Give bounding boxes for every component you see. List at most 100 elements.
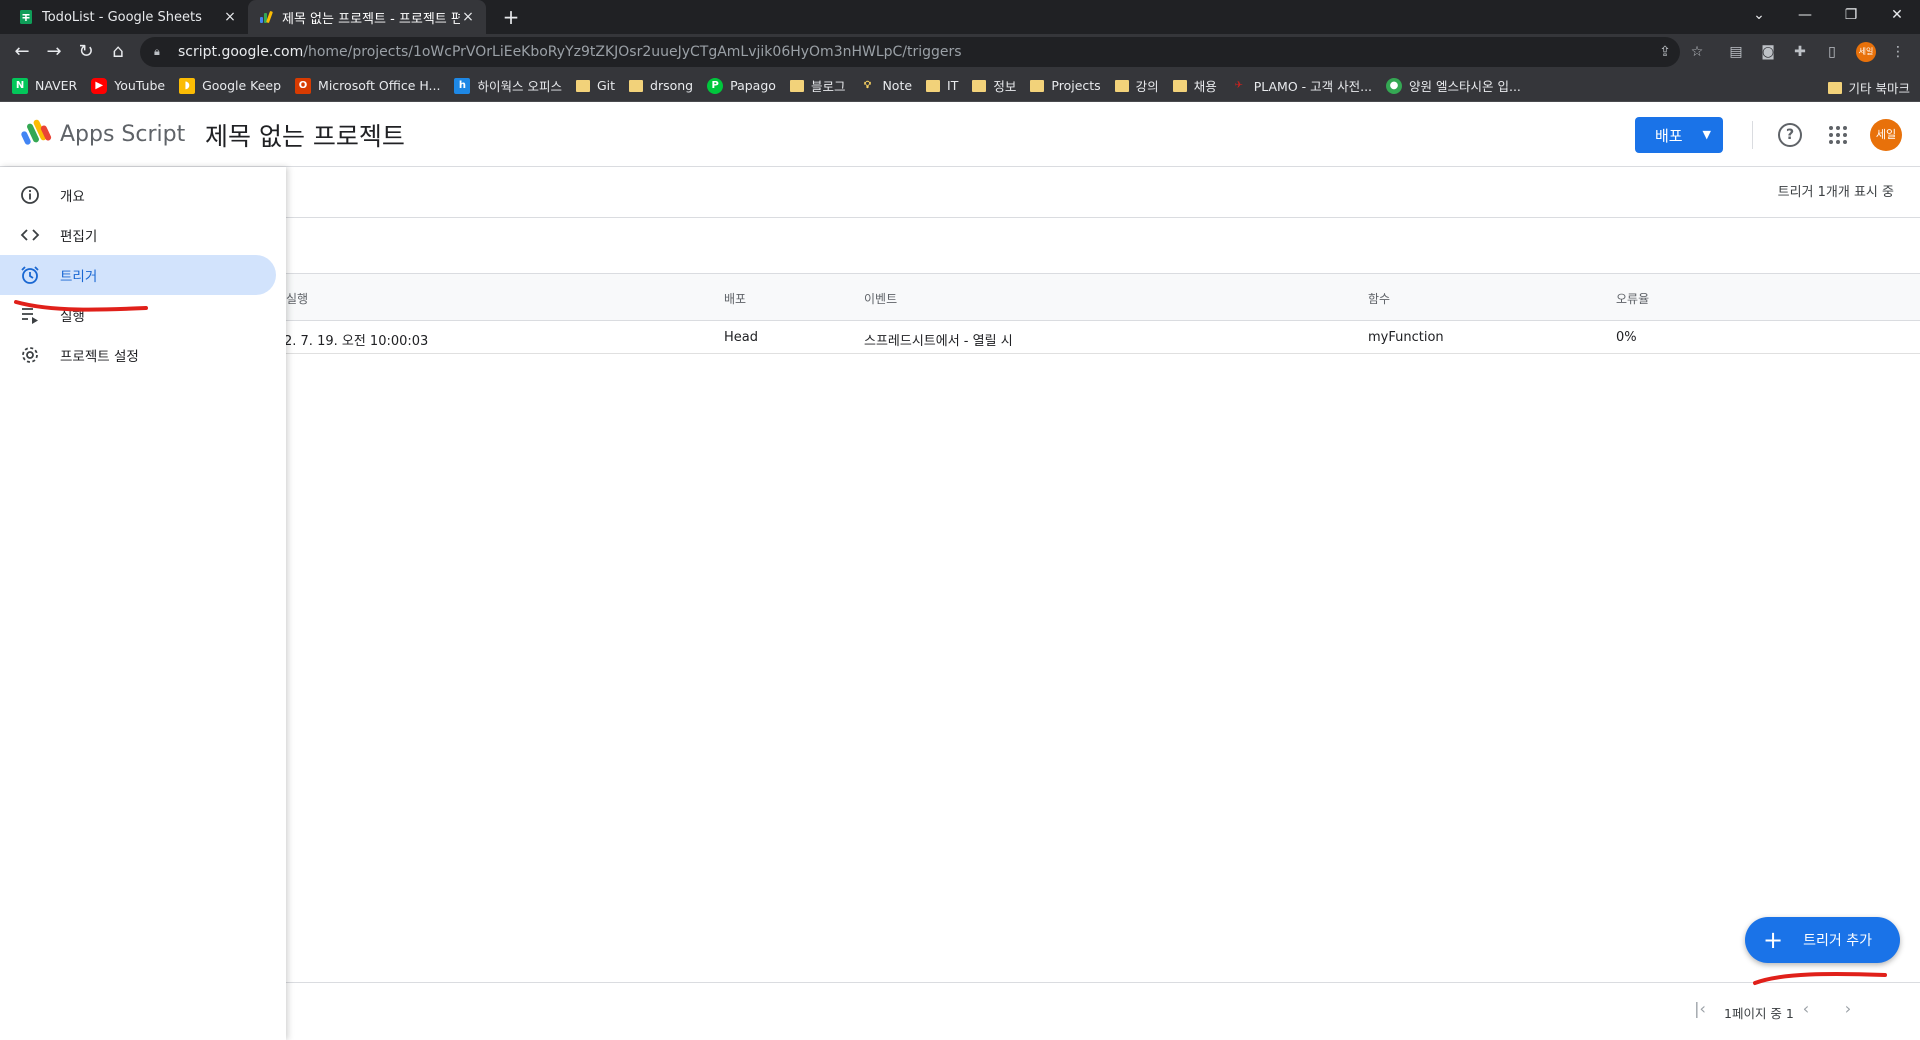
sidebar-item-triggers[interactable]: 트리거 — [0, 255, 276, 295]
bookmark-git[interactable]: Git — [575, 78, 615, 93]
google-apps-icon[interactable] — [1828, 125, 1848, 145]
url-host: script.google.com — [178, 44, 304, 60]
footer-divider — [286, 982, 1920, 983]
screen-capture-icon[interactable]: ◙ — [1758, 42, 1778, 62]
bookmark-youtube[interactable]: ▶ YouTube — [91, 77, 166, 94]
app-name[interactable]: Apps Script — [60, 122, 185, 147]
tab-title: TodoList - Google Sheets — [42, 9, 202, 25]
apps-script-icon — [260, 11, 273, 23]
bookmark-label: NAVER — [35, 78, 78, 93]
app-icon: ● — [1386, 77, 1403, 94]
bookmark-drsong[interactable]: drsong — [629, 78, 693, 93]
deploy-label: 배포 — [1655, 126, 1683, 145]
sidebar-item-editor[interactable]: 편집기 — [0, 215, 276, 255]
hiworks-icon: h — [454, 77, 471, 94]
star-icon[interactable]: ☆ — [1687, 42, 1707, 62]
naver-icon: N — [12, 77, 28, 94]
url-path: /home/projects/1oWcPrVOrLiEeKboRyYz9tZKJ… — [303, 44, 962, 60]
home-icon[interactable]: ⌂ — [104, 38, 132, 66]
add-trigger-button[interactable]: + 트리거 추가 — [1745, 917, 1900, 963]
previous-page-icon[interactable]: ‹ — [1796, 999, 1816, 1019]
bookmark-projects[interactable]: Projects — [1030, 78, 1101, 93]
bookmark-naver[interactable]: N NAVER — [12, 77, 78, 94]
column-header-last-run[interactable]: 실행 — [286, 290, 308, 307]
papago-icon: P — [707, 77, 724, 94]
deploy-button[interactable]: 배포 ▼ — [1635, 117, 1723, 153]
bookmark-recruit[interactable]: 채용 — [1172, 76, 1217, 95]
folder-icon — [926, 79, 941, 92]
bookmark-label: drsong — [650, 78, 694, 93]
sidebar-item-label: 트리거 — [60, 269, 98, 285]
bookmark-note[interactable]: 💡︎ Note — [859, 78, 912, 94]
folder-icon — [972, 79, 987, 92]
column-header-deployment[interactable]: 배포 — [724, 290, 746, 307]
bookmark-label: IT — [947, 78, 959, 93]
office-icon: O — [295, 77, 312, 94]
project-title[interactable]: 제목 없는 프로젝트 — [205, 117, 405, 153]
plus-icon: + — [1763, 926, 1784, 954]
sidebar-item-settings[interactable]: 프로젝트 설정 — [0, 335, 276, 375]
bookmark-office[interactable]: O Microsoft Office H... — [295, 77, 440, 94]
plamo-icon: ✈ — [1234, 79, 1243, 91]
bookmark-app[interactable]: ● 양원 엘스타시온 입... — [1386, 76, 1521, 95]
column-header-error-rate[interactable]: 오류율 — [1616, 290, 1649, 307]
bookmarks-bar: N NAVER ▶ YouTube ◗ Google Keep O Microsoft … — [0, 70, 1920, 102]
bookmark-google-keep[interactable]: ◗ Google Keep — [179, 77, 282, 94]
puzzle-icon[interactable]: ✚ — [1790, 42, 1810, 62]
code-icon — [20, 229, 40, 241]
apps-script-logo — [21, 119, 52, 145]
bookmark-it[interactable]: IT — [926, 78, 958, 93]
folder-icon — [1172, 79, 1187, 92]
bookmark-label: Google Keep — [202, 78, 282, 93]
reload-icon[interactable]: ↻ — [72, 38, 100, 66]
sidebar-item-overview[interactable]: 개요 — [0, 175, 276, 215]
column-header-event[interactable]: 이벤트 — [864, 290, 897, 307]
table-row[interactable]: 2. 7. 19. 오전 10:00:03 Head 스프레드시트에서 - 열릴… — [284, 321, 1920, 354]
bookmark-label: YouTube — [114, 78, 166, 93]
tab-todolist[interactable]: TodoList - Google Sheets × — [8, 0, 248, 34]
address-bar[interactable]: 🔒︎ script.google.com/home/projects/1oWcP… — [140, 37, 1680, 67]
bookmark-papago[interactable]: P Papago — [707, 77, 776, 94]
restore-button[interactable]: ❐ — [1828, 0, 1874, 30]
bookmark-label: Note — [882, 78, 913, 93]
column-header-function[interactable]: 함수 — [1368, 290, 1390, 307]
forward-icon[interactable]: → — [40, 38, 68, 66]
tab-apps-script[interactable]: 제목 없는 프로젝트 - 프로젝트 편 × — [248, 0, 486, 34]
next-page-icon[interactable]: › — [1838, 999, 1858, 1019]
folder-icon — [575, 79, 590, 92]
bookmark-hiworks[interactable]: h 하이웍스 오피스 — [454, 76, 562, 95]
minimize-button[interactable]: — — [1782, 0, 1828, 30]
close-window-button[interactable]: ✕ — [1874, 0, 1920, 30]
folder-icon — [789, 79, 804, 92]
cell-deployment: Head — [724, 330, 758, 345]
share-icon[interactable]: ⇪ — [1655, 42, 1675, 62]
side-panel-icon[interactable]: ▯ — [1822, 42, 1842, 62]
bookmark-info[interactable]: 정보 — [972, 76, 1016, 95]
profile-avatar[interactable]: 세일 — [1856, 42, 1876, 62]
extension-icon[interactable]: ▤ — [1726, 42, 1746, 62]
sidebar-item-label: 편집기 — [60, 229, 98, 245]
close-icon[interactable]: × — [222, 9, 238, 25]
bookmark-label: 양원 엘스타시온 입... — [1409, 79, 1521, 94]
bulb-icon: 💡︎ — [863, 79, 871, 91]
bookmark-plamo[interactable]: ✈ PLAMO - 고객 사전... — [1231, 76, 1373, 95]
back-icon[interactable]: ← — [8, 38, 36, 66]
annotation-underline-add-trigger — [1753, 971, 1887, 985]
menu-icon[interactable]: ⋮ — [1888, 42, 1908, 62]
help-icon[interactable]: ? — [1778, 123, 1802, 147]
cell-last-run: 2. 7. 19. 오전 10:00:03 — [284, 334, 429, 349]
other-bookmarks[interactable]: 기타 북마크 — [1827, 78, 1910, 97]
folder-icon — [1114, 79, 1129, 92]
cell-error-rate: 0% — [1616, 330, 1637, 345]
first-page-icon[interactable]: |‹ — [1690, 999, 1710, 1019]
bookmark-label: 블로그 — [810, 79, 846, 94]
bookmark-blog[interactable]: 블로그 — [789, 76, 846, 95]
tab-search-icon[interactable]: ⌄ — [1736, 0, 1782, 30]
browser-tab-strip: TodoList - Google Sheets × 제목 없는 프로젝트 - … — [0, 0, 1920, 34]
app-header: Apps Script 제목 없는 프로젝트 배포 ▼ ? 세일 — [0, 103, 1920, 167]
new-tab-button[interactable]: + — [498, 4, 524, 30]
bookmark-lecture[interactable]: 강의 — [1114, 76, 1159, 95]
trigger-count-label: 트리거 1개개 표시 중 — [1777, 185, 1894, 200]
close-icon[interactable]: × — [460, 9, 476, 25]
avatar[interactable]: 세일 — [1870, 119, 1902, 151]
